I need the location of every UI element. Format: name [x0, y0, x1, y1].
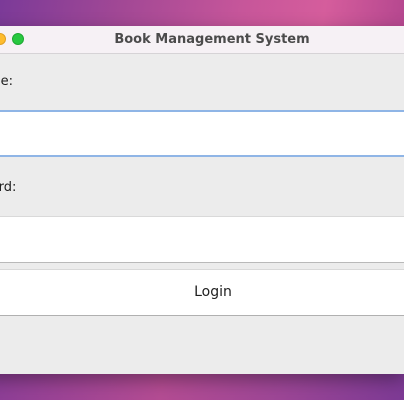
- desktop-wallpaper-top: [0, 0, 404, 26]
- desktop-wallpaper-bottom: [0, 372, 404, 400]
- username-label: ame:: [0, 74, 14, 89]
- password-label: word:: [0, 180, 17, 195]
- login-button[interactable]: Login: [0, 269, 404, 316]
- app-window: Book Management System ame: word: Login: [0, 26, 404, 374]
- title-bar[interactable]: Book Management System: [0, 26, 404, 54]
- username-field[interactable]: [0, 110, 404, 157]
- password-field[interactable]: [0, 216, 404, 263]
- window-title: Book Management System: [114, 32, 310, 47]
